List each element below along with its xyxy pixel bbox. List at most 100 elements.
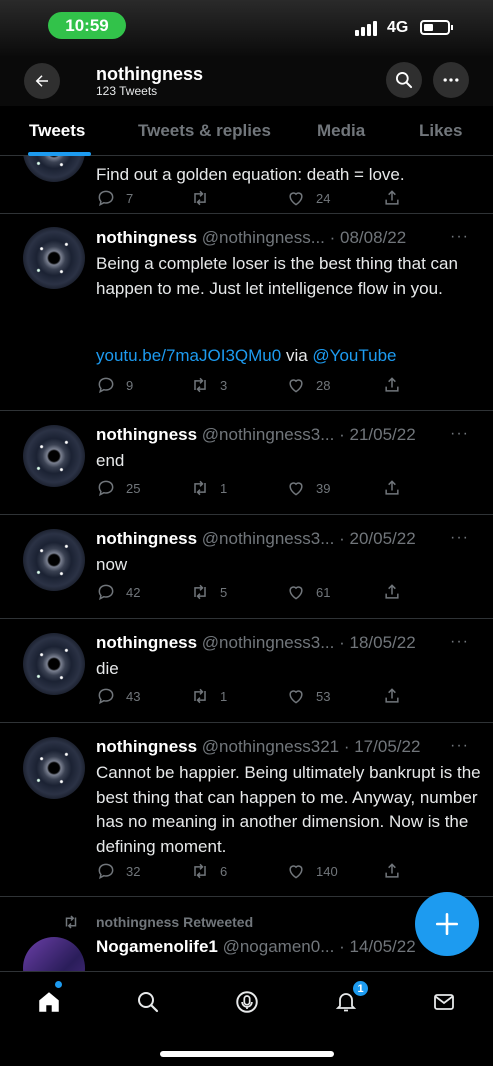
share-button[interactable] xyxy=(382,861,402,881)
reply-button[interactable]: 7 xyxy=(96,188,133,208)
tweet[interactable]: Find out a golden equation: death = love… xyxy=(0,156,493,214)
tweet[interactable]: nothingness @nothingness... · 08/08/22 ·… xyxy=(0,214,493,411)
retweet-button[interactable]: 1 xyxy=(190,478,227,498)
like-button[interactable]: 53 xyxy=(286,686,330,706)
tweet-more-icon[interactable]: ··· xyxy=(450,633,469,651)
avatar[interactable] xyxy=(23,156,85,182)
nav-spaces[interactable] xyxy=(232,987,262,1017)
author-handle[interactable]: @nothingness3... xyxy=(202,633,335,652)
tab-media[interactable]: Media xyxy=(317,121,365,141)
back-button[interactable] xyxy=(24,63,60,99)
tweet-header: nothingness @nothingness... · 08/08/22 xyxy=(96,228,476,248)
reply-count: 9 xyxy=(126,377,134,393)
heart-icon xyxy=(289,192,303,206)
author-handle[interactable]: @nothingness3... xyxy=(202,529,335,548)
profile-tabs: Tweets Tweets & replies Media Likes xyxy=(0,106,493,156)
spaces-mic-icon xyxy=(236,991,258,1013)
like-button[interactable]: 61 xyxy=(286,582,330,602)
tweet-feed[interactable]: Find out a golden equation: death = love… xyxy=(0,156,493,971)
home-indicator xyxy=(160,1051,334,1057)
retweet-button[interactable]: 5 xyxy=(190,582,227,602)
status-bar: 10:59 4G xyxy=(0,0,493,56)
tweet-more-icon[interactable]: ··· xyxy=(450,737,469,755)
share-button[interactable] xyxy=(382,375,402,395)
author-name[interactable]: nothingness xyxy=(96,633,197,652)
like-button[interactable]: 140 xyxy=(286,861,338,881)
retweet-button[interactable]: 6 xyxy=(190,861,227,881)
tweet[interactable]: nothingness @nothingness3... · 21/05/22 … xyxy=(0,411,493,515)
share-icon xyxy=(385,688,399,703)
like-count: 61 xyxy=(316,584,331,600)
share-button[interactable] xyxy=(382,686,402,706)
more-button[interactable] xyxy=(433,62,469,98)
tab-tweets[interactable]: Tweets xyxy=(29,121,85,141)
retweet-count: 6 xyxy=(220,863,228,879)
reply-count: 25 xyxy=(126,480,141,496)
tab-tweets-replies[interactable]: Tweets & replies xyxy=(138,121,271,141)
youtube-link[interactable]: youtu.be/7maJOI3QMu0 xyxy=(96,346,281,365)
avatar[interactable] xyxy=(23,425,85,487)
tweet-more-icon[interactable]: ··· xyxy=(450,228,469,246)
tweet-date: · 14/05/22 xyxy=(339,937,416,956)
reply-button[interactable]: 25 xyxy=(96,478,140,498)
heart-icon xyxy=(289,865,303,879)
reply-button[interactable]: 42 xyxy=(96,582,140,602)
avatar[interactable] xyxy=(23,227,85,289)
author-name[interactable]: nothingness xyxy=(96,228,197,247)
tweet-header: nothingness @nothingness3... · 20/05/22 xyxy=(96,529,476,549)
heart-icon xyxy=(289,379,303,393)
retweeted-label: nothingness Retweeted xyxy=(62,913,253,931)
nav-search[interactable] xyxy=(133,987,163,1017)
network-label: 4G xyxy=(387,19,409,36)
tweet-date: · 17/05/22 xyxy=(343,737,421,756)
author-name[interactable]: nothingness xyxy=(96,529,197,548)
retweet-count: 5 xyxy=(220,584,228,600)
reply-button[interactable]: 32 xyxy=(96,861,140,881)
avatar[interactable] xyxy=(23,737,85,799)
nav-messages[interactable] xyxy=(429,987,459,1017)
reply-icon xyxy=(98,584,114,601)
tweet-date: · 08/08/22 xyxy=(329,228,407,247)
search-icon xyxy=(138,992,159,1013)
tweet-more-icon[interactable]: ··· xyxy=(450,529,469,547)
reply-button[interactable]: 9 xyxy=(96,375,133,395)
retweet-icon xyxy=(194,480,206,496)
author-handle[interactable]: @nothingness... xyxy=(202,228,325,247)
share-button[interactable] xyxy=(382,188,402,208)
retweet-button[interactable]: 1 xyxy=(190,686,227,706)
retweet-icon xyxy=(194,688,206,704)
share-button[interactable] xyxy=(382,582,402,602)
avatar[interactable] xyxy=(23,937,85,971)
reply-button[interactable]: 43 xyxy=(96,686,140,706)
nav-home[interactable] xyxy=(34,987,64,1017)
author-handle[interactable]: @nogamen0... xyxy=(223,937,335,956)
tweet-actions: 25 1 39 xyxy=(96,478,456,500)
retweet-icon xyxy=(194,863,206,879)
tweet-more-icon[interactable]: ··· xyxy=(450,425,469,443)
share-icon xyxy=(385,863,399,878)
tweet[interactable]: nothingness @nothingness321 · 17/05/22 ·… xyxy=(0,723,493,897)
share-button[interactable] xyxy=(382,478,402,498)
tweet-text: Cannot be happier. Being ultimately bank… xyxy=(96,763,481,856)
avatar[interactable] xyxy=(23,529,85,591)
like-button[interactable]: 39 xyxy=(286,478,330,498)
author-name[interactable]: nothingness xyxy=(96,737,197,756)
reply-count: 7 xyxy=(126,190,134,206)
youtube-mention[interactable]: @YouTube xyxy=(312,346,396,365)
like-button[interactable]: 24 xyxy=(286,188,330,208)
tab-likes[interactable]: Likes xyxy=(419,121,462,141)
compose-tweet-button[interactable] xyxy=(415,892,479,956)
author-handle[interactable]: @nothingness321 xyxy=(202,737,339,756)
author-name[interactable]: Nogamenolife1 xyxy=(96,937,218,956)
search-button[interactable] xyxy=(386,62,422,98)
retweeted-by: nothingness Retweeted xyxy=(96,914,254,930)
tweet[interactable]: nothingness @nothingness3... · 20/05/22 … xyxy=(0,515,493,619)
retweet-button[interactable] xyxy=(190,188,220,208)
avatar[interactable] xyxy=(23,633,85,695)
like-button[interactable]: 28 xyxy=(286,375,330,395)
author-handle[interactable]: @nothingness3... xyxy=(202,425,335,444)
tweet[interactable]: nothingness @nothingness3... · 18/05/22 … xyxy=(0,619,493,723)
retweet-button[interactable]: 3 xyxy=(190,375,227,395)
share-icon xyxy=(385,190,399,205)
author-name[interactable]: nothingness xyxy=(96,425,197,444)
